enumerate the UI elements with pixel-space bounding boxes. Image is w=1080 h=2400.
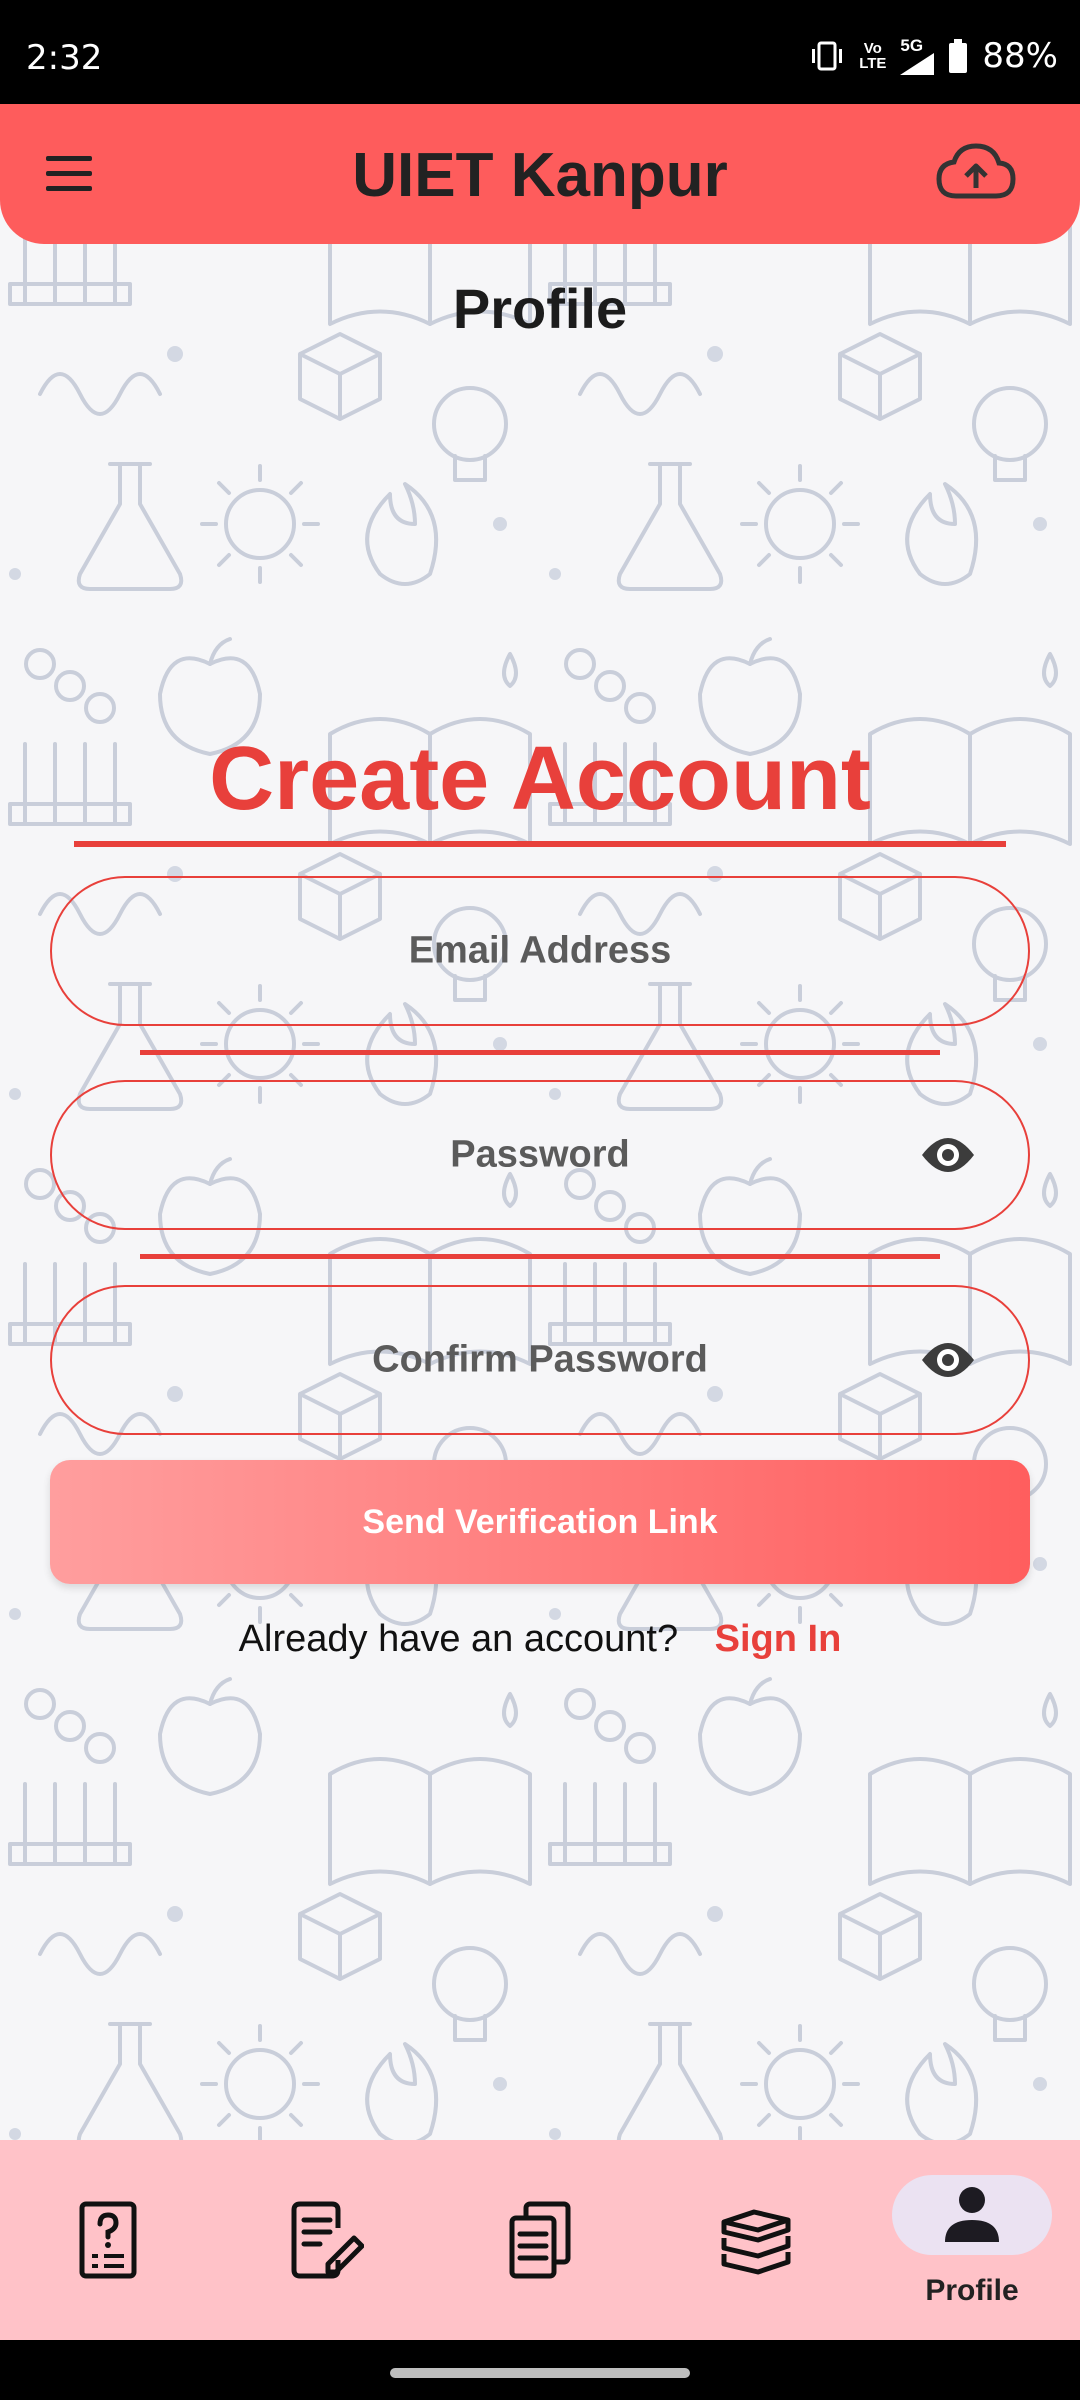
- home-gesture-handle[interactable]: [390, 2368, 690, 2378]
- page-title: Profile: [452, 277, 628, 340]
- status-bar: 2:32 Vo LTE 5G 88%: [0, 0, 1080, 104]
- app-title: UIET Kanpur: [352, 141, 728, 210]
- signin-prompt: Already have an account?: [238, 1618, 679, 1660]
- cloud-upload-icon[interactable]: [936, 142, 1016, 206]
- status-icons: Vo LTE 5G 88%: [809, 36, 1058, 76]
- password-field[interactable]: Password: [50, 1080, 1030, 1230]
- person-icon: [945, 2187, 999, 2242]
- documents-icon: [509, 2201, 571, 2279]
- eye-icon[interactable]: [920, 1133, 976, 1177]
- question-document-icon: [79, 2201, 137, 2279]
- app-bar: UIET Kanpur: [0, 104, 1080, 244]
- eye-icon[interactable]: [920, 1338, 976, 1382]
- confirm-password-field[interactable]: Confirm Password: [50, 1285, 1030, 1435]
- battery-percent: 88%: [982, 36, 1058, 76]
- email-field[interactable]: Email Address: [50, 876, 1030, 1026]
- volte-top: Vo: [863, 40, 882, 57]
- signin-row: Already have an account? Sign In: [0, 1618, 1080, 1661]
- battery-icon: [949, 39, 968, 73]
- signal-indicator: 5G: [900, 35, 935, 75]
- gesture-bar: [0, 2340, 1080, 2400]
- send-verification-button[interactable]: Send Verification Link: [50, 1460, 1030, 1584]
- signal-type: 5G: [900, 35, 924, 55]
- email-placeholder: Email Address: [408, 929, 672, 972]
- sign-in-link[interactable]: Sign In: [715, 1618, 842, 1660]
- field-divider: [140, 1254, 940, 1259]
- volte-indicator: Vo LTE: [859, 41, 886, 71]
- heading-underline: [74, 841, 1006, 847]
- edit-document-icon: [291, 2201, 364, 2279]
- create-account-heading: Create Account: [209, 729, 871, 829]
- volte-bottom: LTE: [859, 55, 887, 72]
- books-icon: [721, 2209, 791, 2275]
- nav-item-notes[interactable]: [216, 2140, 432, 2340]
- nav-item-questions[interactable]: [0, 2140, 216, 2340]
- status-time: 2:32: [26, 38, 103, 78]
- nav-item-documents[interactable]: [432, 2140, 648, 2340]
- nav-item-library[interactable]: [648, 2140, 864, 2340]
- signal-icon: [900, 52, 935, 75]
- nav-item-profile[interactable]: Profile: [864, 2140, 1080, 2340]
- confirm-password-placeholder: Confirm Password: [372, 1338, 708, 1381]
- password-placeholder: Password: [450, 1133, 630, 1176]
- field-divider: [140, 1050, 940, 1055]
- nav-label-profile: Profile: [925, 2274, 1019, 2307]
- vibrate-icon: [812, 41, 843, 71]
- bottom-navigation: Profile: [0, 2140, 1080, 2340]
